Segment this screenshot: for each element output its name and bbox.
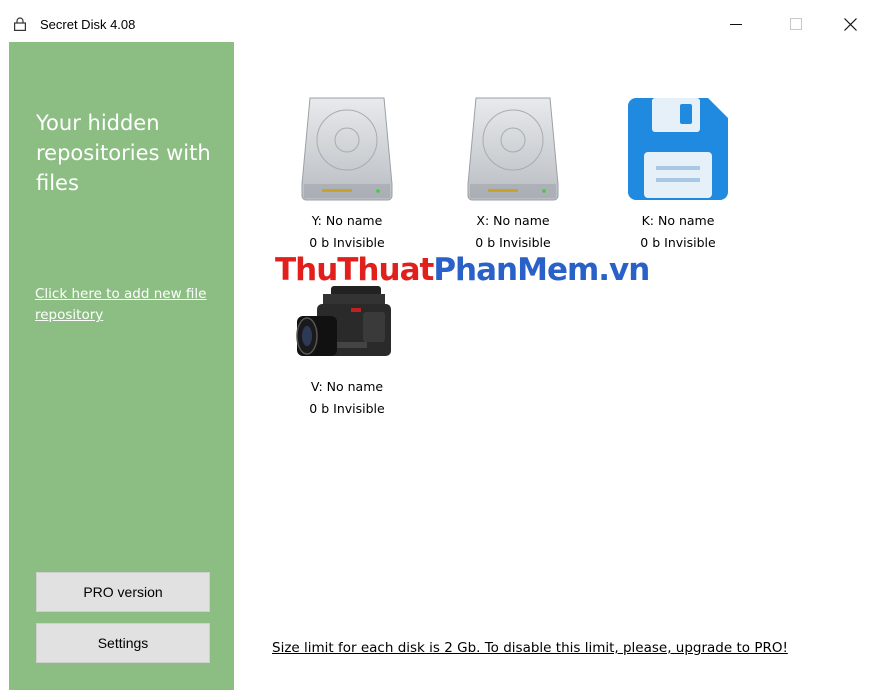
watermark-logo: ThuThuatPhanMem.vn [275,252,650,288]
maximize-icon [790,18,802,30]
disk-item-k[interactable]: K: No name 0 b Invisible [603,92,753,254]
settings-button[interactable]: Settings [36,623,210,663]
floppy-disk-icon [603,92,753,202]
sidebar: Your hidden repositories with files Clic… [9,42,234,690]
disk-info: 0 b Invisible [309,235,385,250]
hard-drive-icon [438,92,588,202]
disk-name: Y: No name [311,213,383,228]
disk-item-x[interactable]: X: No name 0 b Invisible [438,92,588,254]
disk-item-y[interactable]: Y: No name 0 b Invisible [272,92,422,254]
maximize-button[interactable] [773,10,819,38]
disk-info: 0 b Invisible [640,235,716,250]
upgrade-link[interactable]: Size limit for each disk is 2 Gb. To dis… [272,640,788,656]
sidebar-heading: Your hidden repositories with files [36,111,211,195]
disk-name: V: No name [310,379,384,394]
disk-info: 0 b Invisible [475,235,551,250]
disk-name: X: No name [476,213,550,228]
minimize-button[interactable] [713,10,759,38]
watermark-part: PhanMem [433,252,599,288]
watermark-part: ThuThuat [275,252,434,288]
title-bar[interactable]: Secret Disk 4.08 [0,0,870,42]
close-icon [843,17,857,31]
close-button[interactable] [827,10,870,38]
disk-info: 0 b Invisible [309,401,385,416]
add-repository-link[interactable]: Click here to add new file repository [35,284,225,326]
hard-drive-icon [272,92,422,202]
pro-version-button[interactable]: PRO version [36,572,210,612]
disk-name: K: No name [641,213,715,228]
watermark-part: .vn [598,252,650,288]
lock-icon [14,17,26,31]
minimize-icon [730,24,742,25]
window-title: Secret Disk 4.08 [40,17,136,32]
app-window: Secret Disk 4.08 Your hidden repositorie… [0,0,870,690]
